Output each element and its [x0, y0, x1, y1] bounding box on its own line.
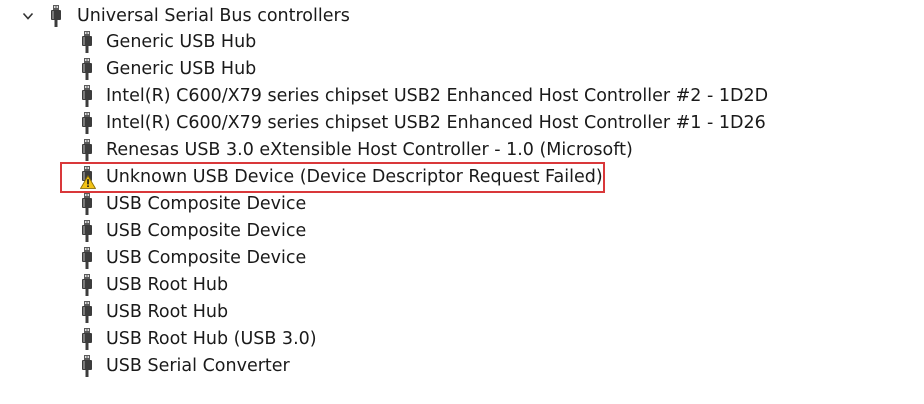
device-manager-tree: Universal Serial Bus controllers Generic… — [0, 0, 924, 404]
device-label: Generic USB Hub — [106, 32, 257, 52]
device-label: USB Root Hub (USB 3.0) — [106, 329, 317, 349]
usb-plug-icon — [82, 274, 92, 296]
usb-plug-icon — [82, 58, 92, 80]
device-label: Intel(R) C600/X79 series chipset USB2 En… — [106, 86, 769, 106]
warning-icon — [80, 175, 96, 189]
usb-plug-icon — [82, 139, 92, 161]
device-label: USB Serial Converter — [106, 356, 290, 376]
usb-plug-icon — [82, 220, 92, 242]
device-item[interactable]: Generic USB Hub — [0, 56, 924, 83]
usb-plug-icon — [82, 31, 92, 53]
device-label: Unknown USB Device (Device Descriptor Re… — [106, 167, 603, 187]
device-item[interactable]: Renesas USB 3.0 eXtensible Host Controll… — [0, 137, 924, 164]
device-label: USB Root Hub — [106, 275, 229, 295]
usb-plug-icon — [82, 193, 92, 215]
device-item-warning[interactable]: Unknown USB Device (Device Descriptor Re… — [0, 164, 924, 191]
device-label: Generic USB Hub — [106, 59, 257, 79]
device-label: Renesas USB 3.0 eXtensible Host Controll… — [106, 140, 633, 160]
chevron-down-icon[interactable] — [22, 11, 34, 21]
device-item[interactable]: Generic USB Hub — [0, 29, 924, 56]
device-item[interactable]: USB Serial Converter — [0, 353, 924, 380]
usb-plug-icon — [82, 112, 92, 134]
tree-category-usb-controllers[interactable]: Universal Serial Bus controllers — [0, 2, 924, 29]
usb-plug-icon — [82, 85, 92, 107]
device-item[interactable]: Intel(R) C600/X79 series chipset USB2 En… — [0, 83, 924, 110]
device-item[interactable]: USB Root Hub — [0, 272, 924, 299]
device-item[interactable]: USB Root Hub — [0, 299, 924, 326]
device-label: USB Composite Device — [106, 248, 307, 268]
usb-plug-icon — [82, 355, 92, 377]
device-item[interactable]: USB Root Hub (USB 3.0) — [0, 326, 924, 353]
device-item[interactable]: USB Composite Device — [0, 218, 924, 245]
usb-plug-icon — [82, 301, 92, 323]
usb-plug-icon — [51, 5, 61, 27]
usb-plug-icon — [82, 247, 92, 269]
device-label: USB Composite Device — [106, 194, 307, 214]
usb-plug-icon — [82, 328, 92, 350]
device-label: Intel(R) C600/X79 series chipset USB2 En… — [106, 113, 766, 133]
device-item[interactable]: Intel(R) C600/X79 series chipset USB2 En… — [0, 110, 924, 137]
category-label: Universal Serial Bus controllers — [77, 6, 350, 26]
device-item[interactable]: USB Composite Device — [0, 191, 924, 218]
device-label: USB Root Hub — [106, 302, 229, 322]
device-list: Generic USB Hub Generic USB Hub Intel(R)… — [0, 29, 924, 380]
device-item[interactable]: USB Composite Device — [0, 245, 924, 272]
device-label: USB Composite Device — [106, 221, 307, 241]
